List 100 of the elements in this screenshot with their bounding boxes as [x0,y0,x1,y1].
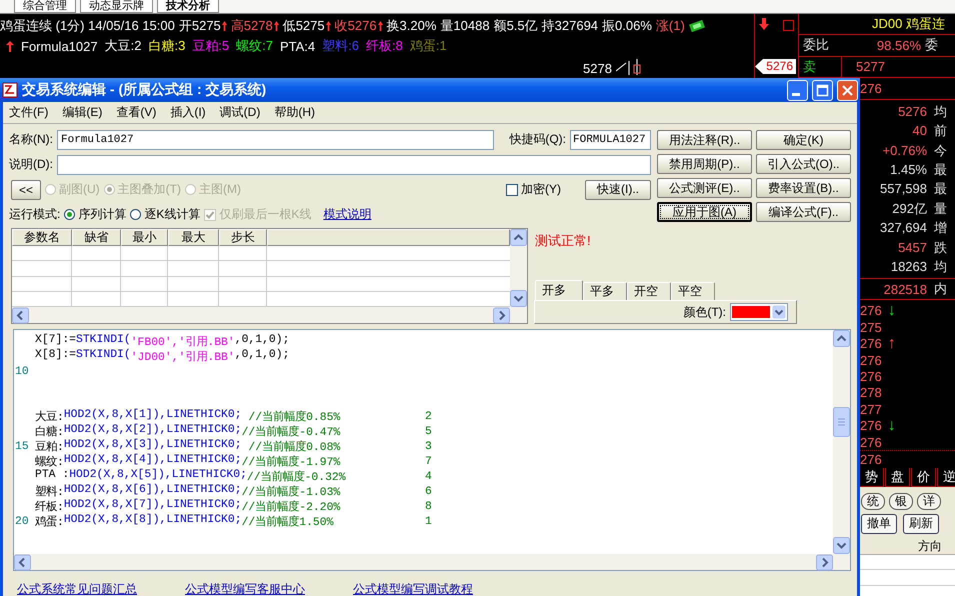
dialog-button[interactable]: 引入公式(O).. [756,154,851,174]
arrow-icon: ↓ [888,418,896,434]
close-button[interactable] [837,80,858,100]
tick-price: 276 [860,434,882,450]
panel-button[interactable]: 撤单 [861,514,897,534]
option-label: 主图(M) [199,181,241,198]
radio-button[interactable] [130,209,142,220]
tick-price: 276 [860,352,882,368]
line-number: 10 [14,366,30,378]
dialog-button[interactable]: 应用于图(A) [657,202,752,222]
scroll-left-icon [12,307,29,324]
stat-label: 最 [934,180,947,198]
tick-price: 276 [860,368,882,384]
column-header: 缺省 [72,229,121,246]
code-line: X[8]:=STKINDI('JD00','引用.BB',0,1,0); [35,349,290,364]
ask-price: 5277 [855,59,885,74]
link[interactable]: 模式说明 [323,206,372,223]
minimize-button[interactable] [787,80,808,100]
checkbox[interactable] [506,184,518,196]
scroll-right-icon [493,307,510,324]
fast-button[interactable]: 快速(I).. [585,180,651,200]
square-icon [783,20,794,31]
maximize-button[interactable] [812,80,833,100]
vertical-scrollbar[interactable] [833,330,850,554]
color-dropdown[interactable] [730,303,788,321]
quote-value: 收5276 [334,17,377,35]
description-field[interactable] [57,154,651,174]
stat-label: 跌 [934,238,947,257]
shortcut-field[interactable]: FORMULA1027 [570,130,651,150]
legend-item: 塑料:6 [322,37,359,55]
column-header: 步长 [219,229,267,246]
stat-label: 均 [934,102,947,121]
stat-label: 量 [934,200,947,218]
column-header: 方向 [859,538,955,555]
panel-button[interactable]: 刷新 [903,514,939,534]
name-field[interactable]: Formula1027 [57,130,494,150]
column-header: 最大 [168,229,219,246]
dialog-button[interactable]: 禁用周期(P).. [657,154,752,174]
code-editor[interactable] [13,329,851,571]
menu-item[interactable]: 插入(I) [170,104,206,121]
help-link[interactable]: 公式系统常见问题汇总 [17,581,137,596]
signal-tab[interactable]: 开多 [535,280,583,300]
horizontal-scrollbar[interactable] [14,554,833,570]
stat-value: 18263 [890,258,927,276]
code-comment: 8 [425,500,432,512]
dialog-button[interactable]: 编译公式(F).. [756,202,851,222]
code-line: 纤板:HOD2(X,8,X[7]),LINETHICK0;//当前幅度-2.20% [35,499,342,514]
menu-item[interactable]: 编辑(E) [62,104,102,121]
help-link[interactable]: 公式模型编写客服中心 [185,581,305,596]
vertical-scrollbar[interactable] [510,229,527,307]
menu-item[interactable]: 帮助(H) [274,104,315,121]
panel-tab[interactable]: 银 [889,492,913,510]
stat-value: 5276 [898,102,927,121]
panel-tab[interactable]: 详 [917,492,941,510]
menu-item[interactable]: 文件(F) [9,104,48,121]
code-comment: 7 [425,456,432,468]
scroll-up-icon [833,330,850,347]
code-line: 鸡蛋:HOD2(X,8,X[8]),LINETHICK0;//当前幅度1.50% [35,514,334,529]
code-line: 白糖:HOD2(X,8,X[2]),LINETHICK0;//当前幅度-0.47% [35,424,342,439]
formula-name: Formula1027 [21,38,98,54]
menu-item[interactable]: 查看(V) [116,104,156,121]
signal-tab[interactable]: 平空 [671,282,715,300]
field-label: 委 [924,36,938,54]
line-number: 15 [14,440,30,452]
quote-value: 鸡蛋连续 (1分) 14/05/16 15:00 [0,17,175,35]
code-line: 豆粕:HOD2(X,8,X[3]),LINETHICK0; //当前幅度0.08% [35,439,342,454]
legend-item: 螺纹:7 [236,37,273,55]
instrument-title: JD00 鸡蛋连 [871,15,946,33]
field-label: 运行模式: [9,206,60,223]
stat-value: 557,598 [880,180,927,198]
dialog-button[interactable]: 费率设置(B).. [756,178,851,198]
quote-value: 量10488 [440,17,490,35]
stat-value: 282518 [884,282,927,297]
code-comment: 6 [425,486,432,498]
dialog-button[interactable]: 确定(K) [756,130,851,150]
option-label: 逐K线计算 [144,206,200,223]
dialog-button[interactable]: 用法注释(R).. [657,130,752,150]
scrollbar-corner [510,307,527,323]
checkbox-label: 加密(Y) [521,181,561,198]
help-link[interactable]: 公式模型编写调试教程 [353,581,473,596]
status-message: 测试正常! [534,232,592,250]
panel-tab[interactable]: 统 [861,492,885,510]
app-tab[interactable]: 综合管理 [14,0,76,13]
horizontal-scrollbar[interactable] [12,307,510,323]
collapse-button[interactable]: << [11,180,41,200]
signal-tab[interactable]: 平多 [583,282,627,300]
tick-price: 276 [860,452,882,467]
code-comment: 2 [425,410,432,422]
radio-button[interactable] [64,209,76,220]
dialog-button[interactable]: 公式测评(E).. [657,178,752,198]
stat-label: 均 [934,258,947,276]
scroll-up-icon [510,229,527,246]
price-label: 5278 [583,61,612,76]
money-icon [688,20,705,32]
signal-tab[interactable]: 开空 [627,282,671,300]
app-tab[interactable]: 动态显示牌 [80,0,153,13]
legend-item: 纤板:8 [366,37,403,55]
quote-value: 振0.06% [602,17,652,35]
app-tab[interactable]: 技术分析 [157,0,219,13]
menu-item[interactable]: 调试(D) [220,104,260,121]
